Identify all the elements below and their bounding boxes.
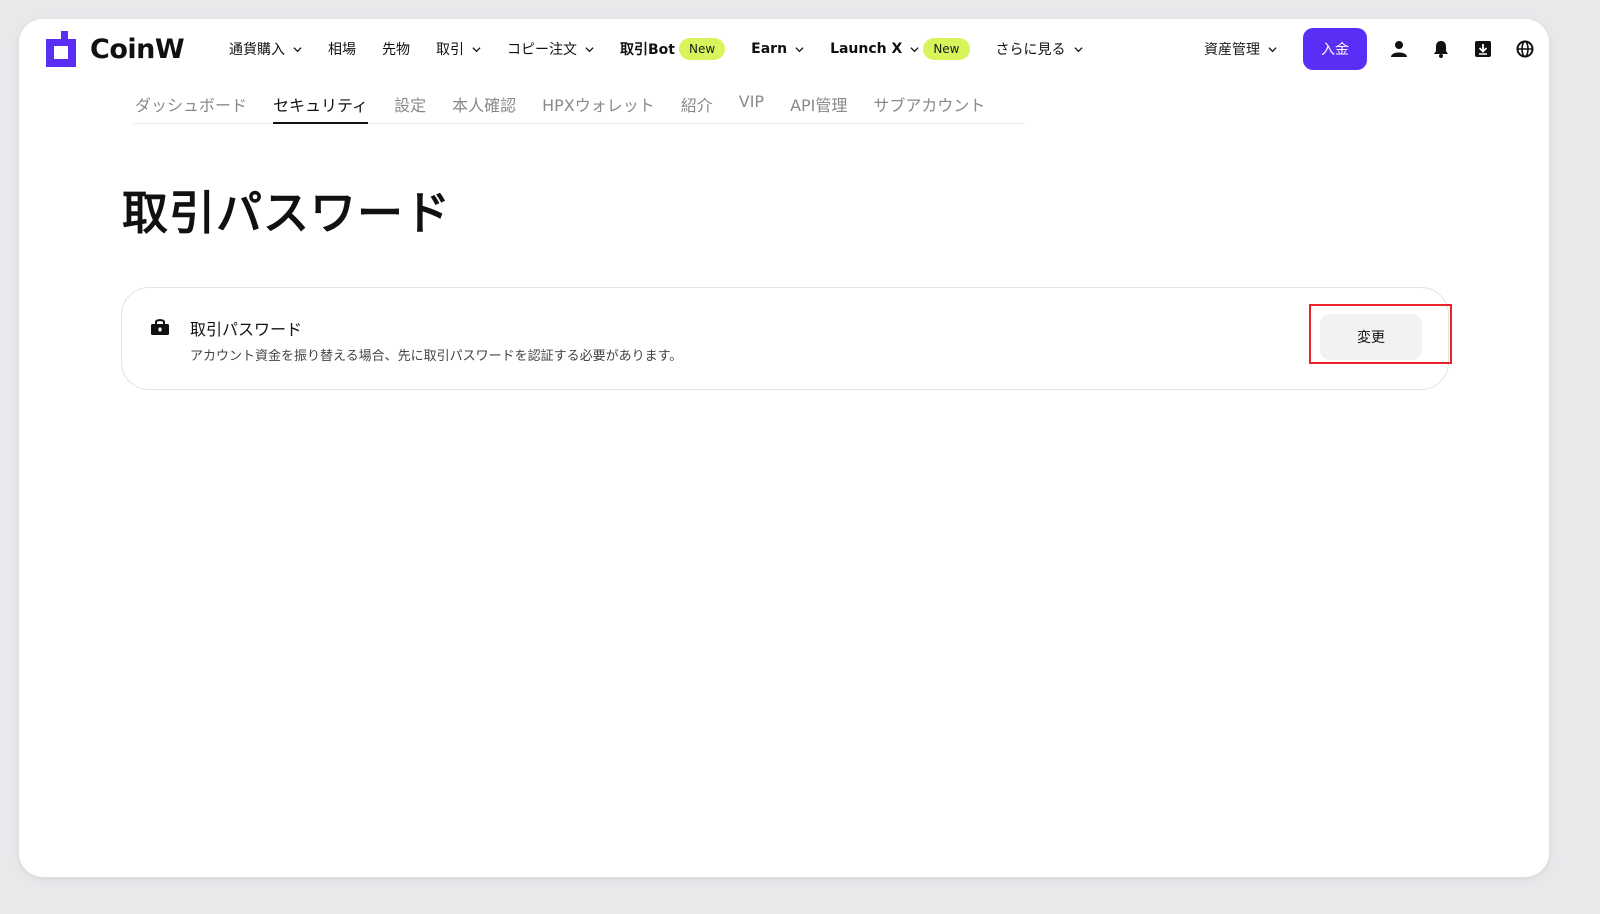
header-tools: 資産管理 入金 [1204,19,1535,79]
nav-item-trading-bot[interactable]: 取引Bot New [620,38,726,60]
nav-item-more[interactable]: さらに見る [996,39,1083,59]
account-subnav: ダッシュボード セキュリティ 設定 本人確認 HPXウォレット 紹介 VIP A… [133,89,1025,124]
chevron-down-icon [1268,46,1277,52]
tab-sub-account[interactable]: サブアカウント [873,89,985,123]
chevron-down-icon [1073,46,1083,52]
chevron-down-icon [472,46,481,52]
tab-vip[interactable]: VIP [739,89,764,123]
nav-label: 取引Bot [620,42,675,58]
user-icon[interactable] [1389,39,1409,59]
globe-icon[interactable] [1515,39,1535,59]
tab-dashboard[interactable]: ダッシュボード [135,89,247,123]
download-icon[interactable] [1473,39,1493,59]
lock-icon [151,319,169,335]
tab-referral[interactable]: 紹介 [681,89,713,123]
new-badge: New [923,38,970,60]
asset-management-menu[interactable]: 資産管理 [1204,39,1277,59]
new-badge: New [678,38,726,60]
page-title: 取引パスワード [122,186,451,240]
asset-management-label: 資産管理 [1204,42,1260,58]
tab-settings[interactable]: 設定 [394,89,426,123]
main-nav: 通貨購入 相場 先物 取引 コピー注文 取引Bot New Earn Launc… [229,19,1109,79]
nav-item-buy-crypto[interactable]: 通貨購入 [229,39,302,59]
bell-icon[interactable] [1431,39,1451,59]
tab-identity-verification[interactable]: 本人確認 [452,89,516,123]
nav-item-trade[interactable]: 取引 [436,39,481,59]
nav-item-earn[interactable]: Earn [751,41,804,57]
nav-item-markets[interactable]: 相場 [328,39,356,59]
chevron-down-icon [795,46,804,52]
coinw-logo[interactable]: CoinW [46,31,185,67]
nav-item-futures[interactable]: 先物 [382,39,410,59]
nav-label: 相場 [328,42,356,58]
card-description: アカウント資金を振り替える場合、先に取引パスワードを認証する必要があります。 [190,349,683,364]
top-header: CoinW 通貨購入 相場 先物 取引 コピー注文 取引Bot New Earn… [19,19,1549,79]
nav-label: 通貨購入 [229,42,285,58]
nav-item-launch-x[interactable]: Launch X New [830,38,970,60]
nav-label: コピー注文 [507,42,577,58]
chevron-down-icon [293,46,302,52]
chevron-down-icon [910,46,919,52]
nav-label: Launch X [830,41,903,57]
deposit-button[interactable]: 入金 [1303,28,1367,70]
nav-label: さらに見る [995,42,1066,58]
nav-label: 先物 [382,42,410,58]
tab-hpx-wallet[interactable]: HPXウォレット [542,89,655,123]
tab-security[interactable]: セキュリティ [273,89,369,124]
nav-label: Earn [751,41,788,57]
coinw-logo-icon [46,31,76,67]
tab-api-management[interactable]: API管理 [790,89,847,123]
chevron-down-icon [585,46,594,52]
nav-item-copy-trading[interactable]: コピー注文 [507,39,594,59]
browser-window: CoinW 通貨購入 相場 先物 取引 コピー注文 取引Bot New Earn… [19,19,1549,877]
trading-password-card: 取引パスワード アカウント資金を振り替える場合、先に取引パスワードを認証する必要… [121,287,1452,390]
brand-name: CoinW [90,33,185,65]
change-button[interactable]: 変更 [1320,314,1422,360]
card-title: 取引パスワード [190,320,303,339]
nav-label: 取引 [436,42,464,58]
